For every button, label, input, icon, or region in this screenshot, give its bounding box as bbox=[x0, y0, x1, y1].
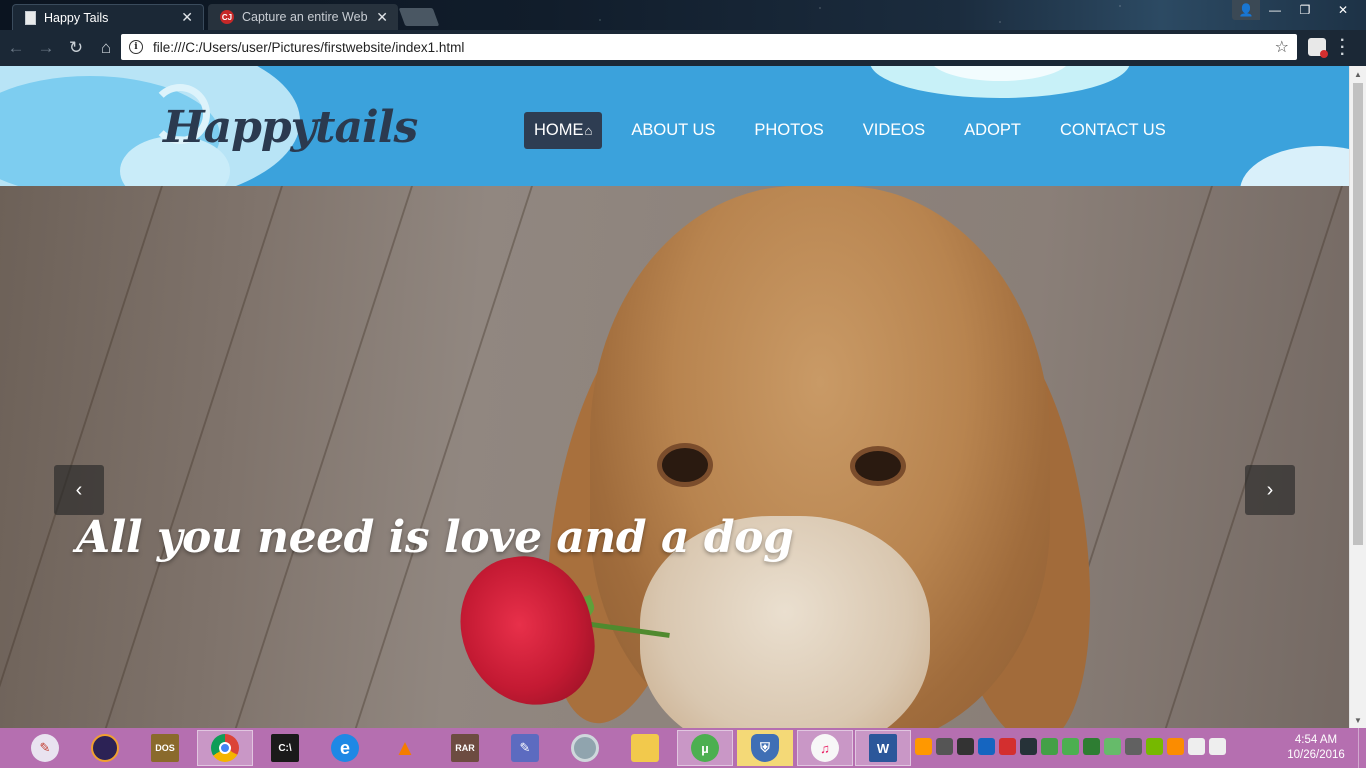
close-window-button[interactable]: ✕ bbox=[1320, 0, 1366, 20]
site-logo[interactable]: Happytails bbox=[163, 106, 418, 150]
nav-about-us[interactable]: ABOUT US bbox=[621, 112, 725, 149]
monitor-icon[interactable] bbox=[1125, 738, 1142, 755]
close-tab-icon[interactable]: ✕ bbox=[376, 9, 388, 26]
flag-icon[interactable] bbox=[1188, 738, 1205, 755]
chevron-left-icon: ‹ bbox=[75, 478, 83, 501]
dosbox-icon[interactable]: DOS bbox=[137, 730, 193, 766]
taskbar-clock[interactable]: 4:54 AM 10/26/2016 bbox=[1280, 733, 1352, 763]
ie-icon[interactable]: e bbox=[317, 730, 373, 766]
network-icon[interactable] bbox=[978, 738, 995, 755]
profile-icon[interactable]: 👤 bbox=[1232, 0, 1260, 20]
hero-carousel: All you need is love and a dog ‹ › bbox=[0, 186, 1349, 728]
nvidia-icon[interactable] bbox=[1146, 738, 1163, 755]
home-icon[interactable]: ⌂ bbox=[92, 34, 120, 62]
utorrent-icon[interactable]: µ bbox=[677, 730, 733, 766]
chevron-right-icon: › bbox=[1266, 478, 1274, 501]
check-icon[interactable] bbox=[1041, 738, 1058, 755]
nav-videos[interactable]: VIDEOS bbox=[853, 112, 935, 149]
capture-extension-icon: CJ bbox=[220, 10, 234, 24]
reload-icon[interactable]: ↻ bbox=[62, 34, 90, 62]
show-desktop-button[interactable] bbox=[1358, 728, 1366, 768]
paint-icon[interactable]: ✎ bbox=[17, 730, 73, 766]
tab-happy-tails[interactable]: Happy Tails ✕ bbox=[12, 4, 204, 30]
main-nav: HOME⌂ ABOUT US PHOTOS VIDEOS ADOPT CONTA… bbox=[524, 112, 1195, 149]
signal-icon[interactable] bbox=[936, 738, 953, 755]
file-explorer-icon[interactable] bbox=[617, 730, 673, 766]
security-shield-icon[interactable]: ⛨ bbox=[737, 730, 793, 766]
chrome-menu-icon[interactable]: · · · bbox=[1340, 33, 1345, 63]
winrar-icon[interactable]: RAR bbox=[437, 730, 493, 766]
tray-app-icon[interactable] bbox=[1104, 738, 1121, 755]
photo-app-icon[interactable]: ✎ bbox=[497, 730, 553, 766]
system-tray bbox=[915, 738, 1226, 755]
browser-titlebar: Happy Tails ✕ CJ Capture an entire Web p… bbox=[0, 0, 1366, 30]
windows-taskbar: ✎ DOS C:\ e ▲ RAR ✎ µ ⛨ ♫ W 4:54 AM 10/2… bbox=[0, 728, 1366, 768]
utorrent-tray-icon[interactable] bbox=[1062, 738, 1079, 755]
tray-app-icon[interactable] bbox=[1020, 738, 1037, 755]
clock-tray-icon[interactable] bbox=[1167, 738, 1184, 755]
carousel-prev-button[interactable]: ‹ bbox=[54, 465, 104, 515]
chrome-canary-icon[interactable] bbox=[557, 730, 613, 766]
nav-photos[interactable]: PHOTOS bbox=[744, 112, 833, 149]
site-header: Happytails HOME⌂ ABOUT US PHOTOS VIDEOS … bbox=[0, 66, 1349, 186]
clock-time: 4:54 AM bbox=[1294, 734, 1338, 746]
restore-button[interactable]: ❐ bbox=[1290, 0, 1320, 20]
itunes-icon[interactable]: ♫ bbox=[797, 730, 853, 766]
scrollbar-thumb[interactable] bbox=[1353, 83, 1363, 545]
page-viewport: Happytails HOME⌂ ABOUT US PHOTOS VIDEOS … bbox=[0, 66, 1366, 728]
cmd-icon[interactable]: C:\ bbox=[257, 730, 313, 766]
nav-home[interactable]: HOME⌂ bbox=[524, 112, 603, 149]
vertical-scrollbar[interactable]: ▲ ▼ bbox=[1349, 66, 1366, 728]
browser-toolbar: ← → ↻ ⌂ i file:///C:/Users/user/Pictures… bbox=[0, 30, 1366, 66]
tray-app-icon[interactable] bbox=[999, 738, 1016, 755]
scroll-down-icon[interactable]: ▼ bbox=[1350, 712, 1366, 728]
home-icon: ⌂ bbox=[584, 123, 593, 138]
close-tab-icon[interactable]: ✕ bbox=[181, 9, 193, 26]
forward-icon[interactable]: → bbox=[32, 34, 60, 62]
tray-app-icon[interactable] bbox=[1083, 738, 1100, 755]
carousel-next-button[interactable]: › bbox=[1245, 465, 1295, 515]
bookmark-star-icon[interactable]: ☆ bbox=[1275, 37, 1289, 57]
address-bar[interactable]: i file:///C:/Users/user/Pictures/firstwe… bbox=[121, 34, 1297, 60]
clock-date: 10/26/2016 bbox=[1287, 749, 1345, 761]
tray-app-icon[interactable] bbox=[915, 738, 932, 755]
url-text[interactable]: file:///C:/Users/user/Pictures/firstwebs… bbox=[153, 40, 1275, 55]
extension-icon[interactable] bbox=[1308, 38, 1328, 58]
info-icon[interactable]: i bbox=[129, 40, 143, 54]
scroll-up-icon[interactable]: ▲ bbox=[1350, 66, 1366, 82]
vlc-icon[interactable]: ▲ bbox=[377, 730, 433, 766]
minimize-button[interactable]: — bbox=[1260, 0, 1290, 20]
tab-title: Capture an entire Web p bbox=[242, 10, 371, 24]
nav-adopt[interactable]: ADOPT bbox=[954, 112, 1031, 149]
volume-icon[interactable] bbox=[1209, 738, 1226, 755]
new-tab-button[interactable] bbox=[398, 8, 440, 26]
nav-home-label: HOME bbox=[534, 121, 584, 139]
nav-contact-us[interactable]: CONTACT US bbox=[1050, 112, 1176, 149]
document-icon bbox=[25, 10, 36, 25]
chrome-icon[interactable] bbox=[197, 730, 253, 766]
word-icon[interactable]: W bbox=[855, 730, 911, 766]
back-icon[interactable]: ← bbox=[2, 34, 30, 62]
hero-caption: All you need is love and a dog bbox=[76, 512, 794, 563]
eclipse-icon[interactable] bbox=[77, 730, 133, 766]
tray-app-icon[interactable] bbox=[957, 738, 974, 755]
tab-title: Happy Tails bbox=[44, 10, 109, 25]
tab-capture-web-page[interactable]: CJ Capture an entire Web p ✕ bbox=[208, 4, 398, 30]
